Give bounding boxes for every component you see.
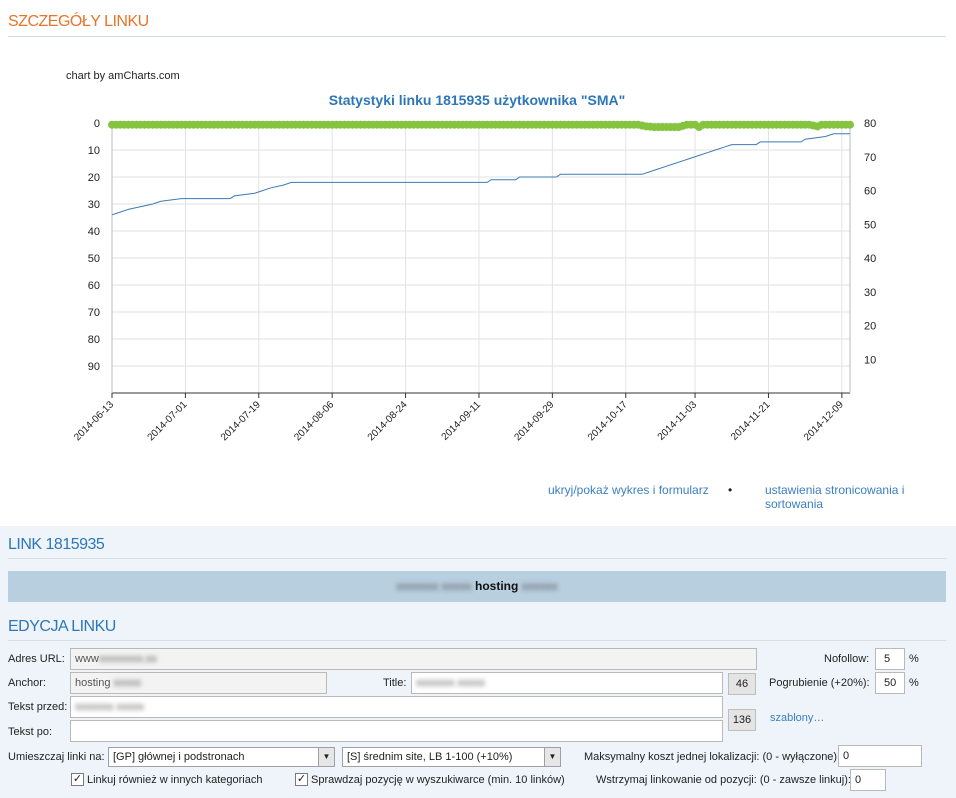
right-axis-tick-label: 10: [864, 354, 876, 366]
details-section-title: SZCZEGÓŁY LINKU: [8, 13, 149, 30]
chevron-down-icon[interactable]: ▼: [318, 748, 334, 766]
text-before-label: Tekst przed:: [8, 701, 68, 713]
check-position-label: Sprawdzaj pozycję w wyszukiwarce (min. 1…: [311, 774, 565, 786]
x-axis-tick-label: 2014-08-24: [366, 399, 410, 443]
right-axis-tick-label: 50: [864, 219, 876, 231]
left-axis-tick-label: 50: [88, 253, 100, 265]
left-axis-tick-label: 0: [94, 118, 100, 130]
nofollow-input[interactable]: 5: [875, 648, 905, 670]
pagination-sort-settings-link[interactable]: ustawienia stronicowania i sortowania: [765, 483, 956, 511]
x-axis-tick-label: 2014-07-19: [219, 399, 263, 443]
blurred-text: xxxxx: [113, 677, 142, 689]
x-axis-tick-label: 2014-10-17: [586, 399, 630, 443]
x-axis-tick-label: 2014-12-09: [802, 399, 846, 443]
placement-select[interactable]: [GP] głównej i podstronach ▼: [108, 747, 335, 767]
chevron-down-icon[interactable]: ▼: [544, 748, 560, 766]
left-axis-tick-label: 30: [88, 199, 100, 211]
right-axis-tick-label: 80: [864, 118, 876, 130]
x-axis-tick-label: 2014-09-29: [513, 399, 557, 443]
left-axis-tick-label: 60: [88, 280, 100, 292]
left-axis-tick-label: 70: [88, 307, 100, 319]
title-label: Title:: [383, 677, 407, 689]
title-char-counter: 46: [728, 673, 756, 695]
link-section-title: LINK 1815935: [8, 536, 105, 553]
x-axis-tick-label: 2014-09-11: [440, 399, 484, 443]
blurred-text: xxxxxxx xxxxx: [75, 701, 145, 713]
title-field[interactable]: xxxxxxx xxxxx: [411, 672, 723, 694]
x-axis-tick-label: 2014-11-03: [656, 399, 700, 443]
other-categories-checkbox[interactable]: ✓: [71, 773, 84, 786]
percent-sign: %: [909, 653, 919, 665]
x-axis-tick-label: 2014-11-21: [729, 399, 773, 443]
text-after-field[interactable]: [70, 720, 723, 742]
right-axis-tick-label: 30: [864, 287, 876, 299]
link-separator: •: [728, 483, 733, 497]
chart-title: Statystyki linku 1815935 użytkownika "SM…: [329, 92, 626, 108]
x-axis-tick-label: 2014-07-01: [146, 399, 190, 443]
site-select[interactable]: [S] średnim site, LB 1-100 (+10%) ▼: [342, 747, 561, 767]
stop-linking-label: Wstrzymaj linkowanie od pozycji: (0 - za…: [596, 774, 851, 786]
placement-select-value: [GP] głównej i podstronach: [113, 751, 245, 763]
blurred-text: xxxxxxx xxxxx: [416, 677, 486, 689]
max-cost-input[interactable]: 0: [838, 745, 922, 767]
text-char-counter: 136: [728, 709, 756, 731]
blurred-text: xxxxxxxx.xx: [98, 653, 157, 665]
blurred-text: xxxxxxx xxxxx: [396, 579, 472, 593]
anchor-label: Anchor:: [8, 677, 46, 689]
toggle-chart-form-link[interactable]: ukryj/pokaż wykres i formularz: [548, 483, 709, 497]
edit-section-title: EDYCJA LINKU: [8, 618, 116, 635]
right-axis-tick-label: 70: [864, 152, 876, 164]
right-axis-tick-label: 60: [864, 186, 876, 198]
site-select-value: [S] średnim site, LB 1-100 (+10%): [347, 751, 513, 763]
link-preview-bar: xxxxxxx xxxxx hosting xxxxxx: [8, 571, 946, 602]
section-divider: [8, 640, 946, 641]
right-axis-tick-label: 20: [864, 321, 876, 333]
stop-linking-input[interactable]: 0: [850, 769, 886, 791]
text-before-field[interactable]: xxxxxxx xxxxx: [70, 696, 723, 718]
other-categories-label: Linkuj również w innych kategoriach: [87, 774, 263, 786]
max-cost-label: Maksymalny koszt jednej lokalizacji: (0 …: [584, 751, 838, 763]
url-field-value: www: [75, 653, 99, 665]
link-preview-anchor: hosting: [475, 579, 519, 593]
bold-input[interactable]: 50: [875, 672, 905, 694]
blurred-text: xxxxxx: [521, 579, 558, 593]
url-label: Adres URL:: [8, 653, 65, 665]
left-axis-tick-label: 10: [88, 145, 100, 157]
x-axis-tick-label: 2014-08-06: [292, 399, 336, 443]
left-axis-tick-label: 80: [88, 334, 100, 346]
chart-credit[interactable]: chart by amCharts.com: [66, 70, 180, 82]
section-divider: [8, 558, 946, 559]
anchor-field[interactable]: hosting xxxxx: [70, 672, 327, 694]
right-axis-tick-label: 40: [864, 253, 876, 265]
templates-link[interactable]: szablony…: [770, 712, 824, 724]
check-position-checkbox[interactable]: ✓: [295, 773, 308, 786]
chart-grid: [111, 122, 851, 394]
green-series-point: [846, 120, 854, 129]
bold-label: Pogrubienie (+20%):: [769, 677, 870, 689]
left-axis-tick-label: 90: [88, 361, 100, 373]
nofollow-label: Nofollow:: [824, 653, 870, 665]
left-axis-tick-label: 20: [88, 172, 100, 184]
anchor-field-value: hosting: [75, 677, 111, 689]
section-divider: [8, 36, 946, 37]
link-stats-chart: chart by amCharts.com Statystyki linku 1…: [66, 70, 876, 443]
percent-sign: %: [909, 677, 919, 689]
url-field[interactable]: wwwxxxxxxxx.xx: [70, 648, 757, 670]
placement-label: Umieszczaj linki na:: [8, 751, 105, 763]
text-after-label: Tekst po:: [8, 726, 53, 738]
left-axis-tick-label: 40: [88, 226, 100, 238]
x-axis-tick-label: 2014-06-13: [72, 399, 116, 443]
